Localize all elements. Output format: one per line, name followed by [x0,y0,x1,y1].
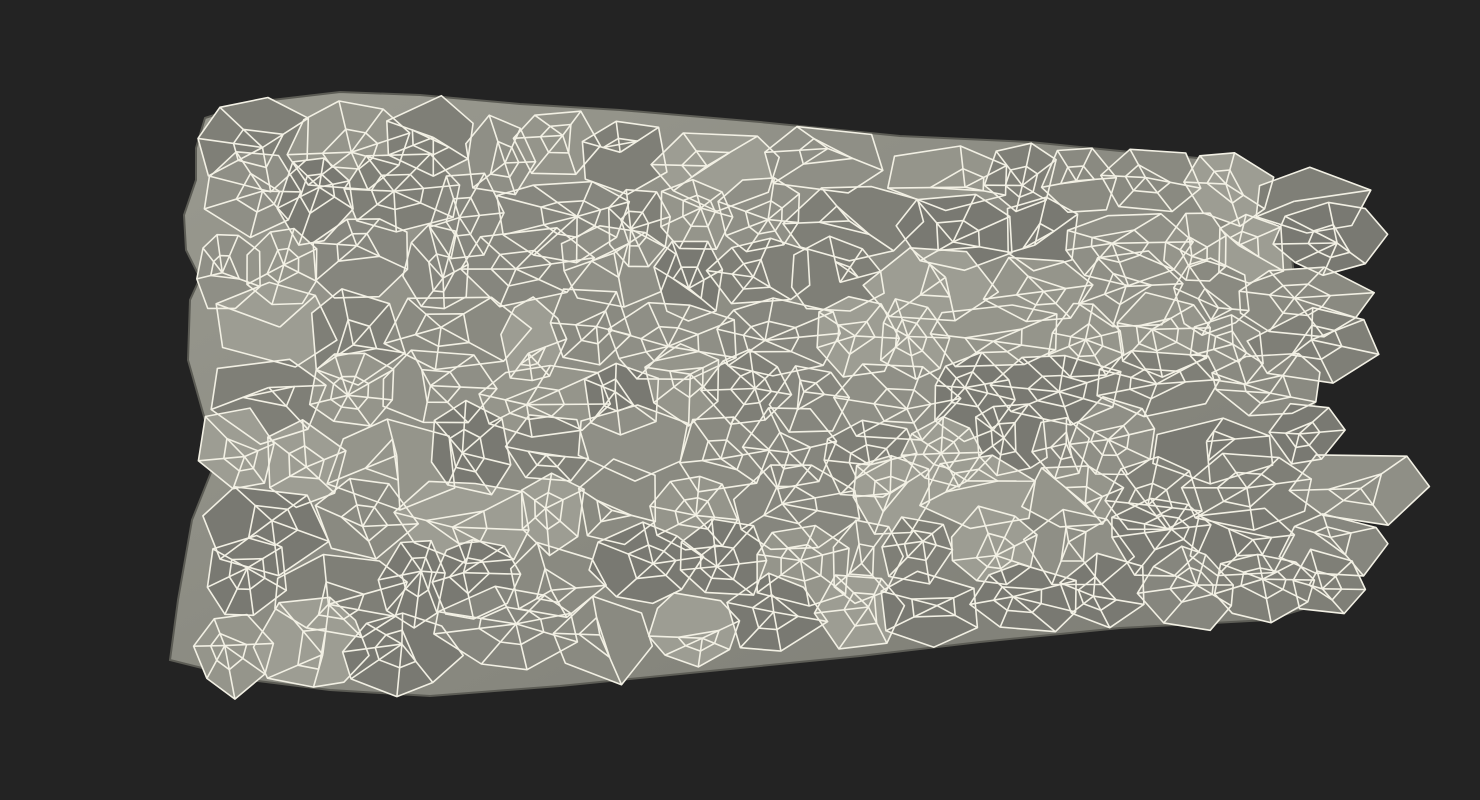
stone-wire-edge [1322,588,1366,591]
render-viewport [0,0,1480,800]
stone-wire-edge [887,186,966,189]
stone-wire-edge [526,403,611,406]
stone-wire-edge [193,644,225,647]
stone-wire-edge [1262,578,1315,581]
stone-wire-edge [262,190,301,193]
stone-wall-mesh [168,90,1431,700]
stone-shading-group [193,95,1431,700]
stone-wire-edge [401,613,404,645]
stone-wire-edge [1273,242,1338,245]
stone-wire-edge [614,363,617,392]
stone-wire-edge [941,451,983,455]
stone-wire-edge [575,216,578,263]
